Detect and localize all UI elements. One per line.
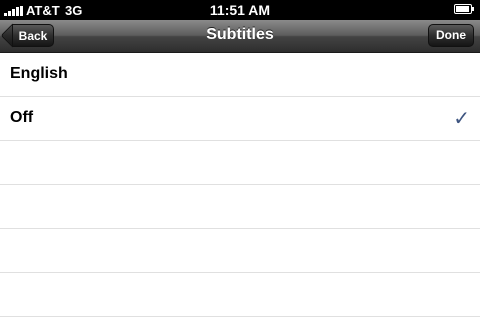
battery-icon xyxy=(454,4,474,14)
subtitle-options-list: English Off ✓ xyxy=(0,53,480,317)
status-bar: AT&T 3G 11:51 AM xyxy=(0,0,480,20)
navigation-bar: Back Subtitles Done xyxy=(0,20,480,53)
back-button[interactable]: Back xyxy=(12,24,54,47)
list-item-label: Off xyxy=(10,109,34,126)
status-time: 11:51 AM xyxy=(209,2,271,18)
empty-row xyxy=(0,141,480,185)
checkmark-icon: ✓ xyxy=(453,106,470,130)
list-item-off[interactable]: Off ✓ xyxy=(0,97,480,141)
empty-row xyxy=(0,273,480,317)
list-item-label: English xyxy=(10,65,68,82)
empty-row xyxy=(0,229,480,273)
done-button[interactable]: Done xyxy=(428,24,474,47)
page-title: Subtitles xyxy=(206,26,274,43)
list-item-english[interactable]: English xyxy=(0,53,480,97)
empty-row xyxy=(0,185,480,229)
